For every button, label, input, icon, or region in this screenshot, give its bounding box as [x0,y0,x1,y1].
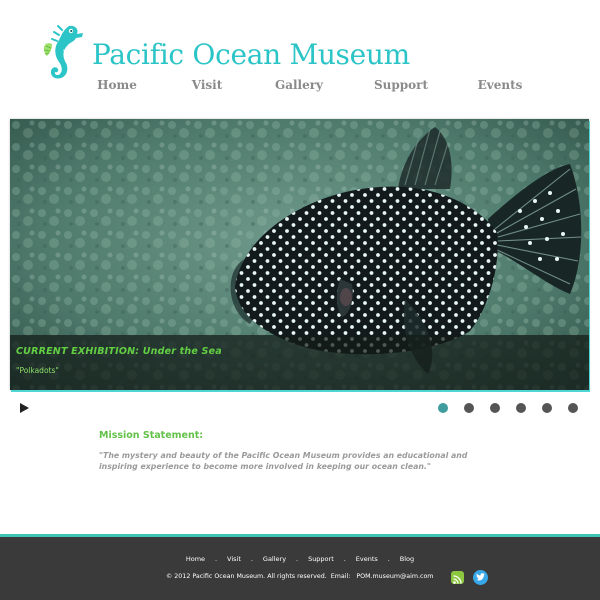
footer-separator: . [387,555,390,563]
nav-home[interactable]: Home [97,78,137,92]
footer: Home. Visit. Gallery. Support. Events. Blog ©… [0,537,600,600]
slide-dot-6[interactable] [568,403,578,413]
footer-link-visit[interactable]: Visit [227,555,241,563]
slide-dot-2[interactable] [464,403,474,413]
footer-link-blog[interactable]: Blog [400,555,414,563]
footer-link-gallery[interactable]: Gallery [263,555,286,563]
copyright-text: © 2012 Pacific Ocean Museum. All rights … [166,573,327,580]
footer-nav: Home. Visit. Gallery. Support. Events. Blog [0,555,600,563]
nav-visit[interactable]: Visit [192,78,223,92]
nav-events[interactable]: Events [478,78,523,92]
slide-dot-1[interactable] [438,403,448,413]
footer-link-events[interactable]: Events [356,555,378,563]
footer-separator: . [296,555,299,563]
footer-link-support[interactable]: Support [308,555,334,563]
exhibition-title: CURRENT EXHIBITION: Under the Sea [16,346,222,357]
slide-dot-5[interactable] [542,403,552,413]
rss-icon[interactable] [451,571,464,584]
footer-link-home[interactable]: Home [186,555,205,563]
slide-pagination [438,403,583,415]
footer-separator: . [343,555,346,563]
twitter-icon[interactable] [473,570,488,585]
nav-gallery[interactable]: Gallery [275,78,323,92]
email-label: Email: [330,573,351,580]
copyright: © 2012 Pacific Ocean Museum. All rights … [166,573,433,580]
exhibition-subtitle: "Polkadots" [16,366,59,375]
email-link[interactable]: POM.museum@aim.com [356,573,433,580]
mission-text: "The mystery and beauty of the Pacific O… [99,451,468,471]
main-nav: Home Visit Gallery Support Events [60,78,580,98]
nav-support[interactable]: Support [374,78,428,92]
slide-dot-4[interactable] [516,403,526,413]
hero-caption: CURRENT EXHIBITION: Under the Sea "Polka… [10,335,589,390]
footer-separator: . [215,555,218,563]
hero-slideshow[interactable]: CURRENT EXHIBITION: Under the Sea "Polka… [10,119,589,390]
footer-separator: . [250,555,253,563]
play-icon[interactable] [20,403,29,413]
site-title: Pacific Ocean Museum [92,38,410,71]
slide-dot-3[interactable] [490,403,500,413]
mission-title: Mission Statement: [99,430,204,441]
